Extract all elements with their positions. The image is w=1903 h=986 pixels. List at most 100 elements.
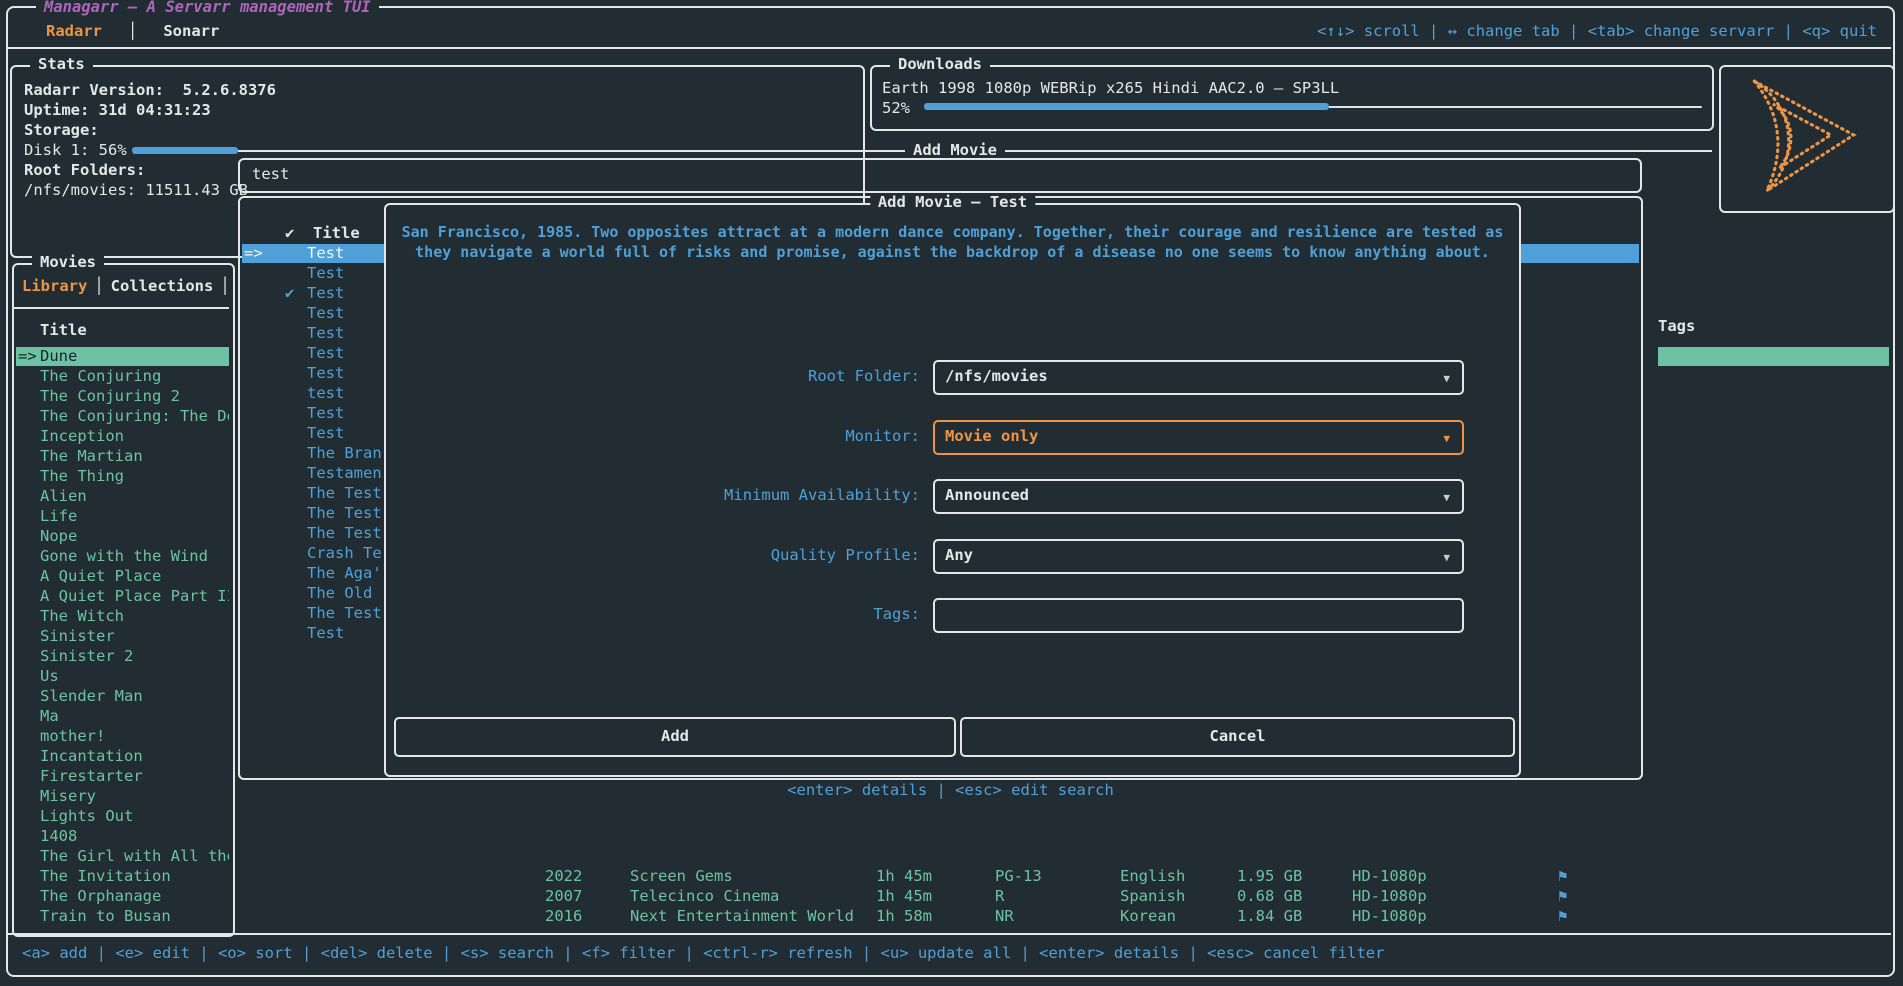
field-tags-input[interactable] xyxy=(933,598,1464,633)
movie-title: Firestarter xyxy=(40,767,143,786)
version-value: 5.2.6.8376 xyxy=(183,81,276,99)
movie-list-item[interactable]: The Conjuring 2 xyxy=(16,387,229,406)
field-minimum-availability-select[interactable]: Announced▼ xyxy=(933,479,1464,514)
movies-panel-title: Movies xyxy=(32,253,104,272)
modal-title: Add Movie – Test xyxy=(870,193,1035,212)
tab-sonarr[interactable]: Sonarr xyxy=(163,22,219,40)
table-row[interactable]: 2022Screen Gems1h 45mPG-13English1.95 GB… xyxy=(0,867,1903,886)
movie-list-item[interactable]: Misery xyxy=(16,787,229,806)
movie-list-item[interactable]: The Conjuring: The De xyxy=(16,407,229,426)
uptime-value: 31d 04:31:23 xyxy=(99,101,211,119)
cell-rating: NR xyxy=(995,907,1014,926)
movie-list-item[interactable]: Nope xyxy=(16,527,229,546)
dropdown-arrow-icon: ▼ xyxy=(1443,488,1450,507)
field-quality-profile-select[interactable]: Any ▼ xyxy=(933,539,1464,574)
root-folder-value: /nfs/movies: 11511.43 GB xyxy=(24,181,248,200)
movie-list-item[interactable]: Lights Out xyxy=(16,807,229,826)
stats-storage-label: Storage: xyxy=(24,121,99,140)
results-header-check-icon: ✔ xyxy=(285,224,294,243)
cell-language: Korean xyxy=(1120,907,1176,926)
bottombar-divider xyxy=(6,933,1891,935)
movie-list-item[interactable]: Ma xyxy=(16,707,229,726)
movie-list-item[interactable]: Us xyxy=(16,667,229,686)
results-header-title: Title xyxy=(313,224,360,243)
movie-list-item[interactable]: The Conjuring xyxy=(16,367,229,386)
movie-title: A Quiet Place xyxy=(40,567,161,586)
result-title: Test xyxy=(307,304,344,323)
bottom-keybindings: <a> add | <e> edit | <o> sort | <del> de… xyxy=(22,944,1384,963)
movie-list-item[interactable]: Life xyxy=(16,507,229,526)
cell-size: 0.68 GB xyxy=(1237,887,1302,906)
result-title: Test xyxy=(307,404,344,423)
selected-row-prefix: => xyxy=(18,347,37,366)
uptime-label: Uptime: xyxy=(24,101,89,119)
movie-list-item[interactable]: Slender Man xyxy=(16,687,229,706)
result-title: The Aga' xyxy=(307,564,382,583)
movies-panel: Movies Library│Collections│ Title =>Dune… xyxy=(12,263,235,937)
result-title: Test xyxy=(307,244,344,263)
monitored-check-icon: ✔ xyxy=(285,284,294,303)
logo-panel xyxy=(1719,65,1895,213)
movie-list-item[interactable]: Incantation xyxy=(16,747,229,766)
movie-list-item[interactable]: A Quiet Place xyxy=(16,567,229,586)
results-footer-help: <enter> details | <esc> edit search xyxy=(384,781,1517,800)
movie-list-item[interactable]: mother! xyxy=(16,727,229,746)
result-title: Test xyxy=(307,364,344,383)
movie-title: The Witch xyxy=(40,607,124,626)
movie-title: Ma xyxy=(40,707,59,726)
field-label-root-folder: Root Folder: xyxy=(386,367,920,386)
field-value: Any xyxy=(945,546,973,565)
root-folders-label: Root Folders: xyxy=(24,161,145,180)
result-title: The Test xyxy=(307,484,382,503)
movie-list-item[interactable]: A Quiet Place Part II xyxy=(16,587,229,606)
cell-language: English xyxy=(1120,867,1185,886)
cell-size: 1.84 GB xyxy=(1237,907,1302,926)
result-title: Test xyxy=(307,344,344,363)
movie-title: The Conjuring xyxy=(40,367,161,386)
flag-icon: ⚑ xyxy=(1558,887,1567,906)
movie-list-item[interactable]: The Martian xyxy=(16,447,229,466)
table-row[interactable]: 2007Telecinco Cinema1h 45mRSpanish0.68 G… xyxy=(0,887,1903,906)
movie-list-item[interactable]: Gone with the Wind xyxy=(16,547,229,566)
field-value: Movie only xyxy=(945,427,1038,446)
movie-list-item[interactable]: The Witch xyxy=(16,607,229,626)
tabs-divider xyxy=(14,307,229,309)
add-movie-modal: Add Movie – Test San Francisco, 1985. Tw… xyxy=(384,203,1521,777)
movie-list-item[interactable]: Firestarter xyxy=(16,767,229,786)
movie-title: Nope xyxy=(40,527,77,546)
movie-list-item[interactable]: Inception xyxy=(16,427,229,446)
movie-list-item[interactable]: Alien xyxy=(16,487,229,506)
cell-rating: PG-13 xyxy=(995,867,1042,886)
movie-title: The Conjuring: The De xyxy=(40,407,229,426)
download-percent: 52% xyxy=(882,99,910,118)
result-title: The Test xyxy=(307,504,382,523)
movie-list-item[interactable]: Sinister 2 xyxy=(16,647,229,666)
movie-list-item[interactable]: The Girl with All the xyxy=(16,847,229,866)
movie-list-item[interactable]: The Thing xyxy=(16,467,229,486)
movie-overview-line1: San Francisco, 1985. Two opposites attra… xyxy=(386,223,1519,242)
tab-radarr[interactable]: Radarr xyxy=(46,22,102,40)
dropdown-arrow-icon: ▼ xyxy=(1443,548,1450,567)
tab-collections[interactable]: Collections xyxy=(111,277,214,295)
cell-quality: HD-1080p xyxy=(1352,867,1427,886)
movie-title: The Girl with All the xyxy=(40,847,229,866)
result-title: Crash Te xyxy=(307,544,382,563)
cancel-button[interactable]: Cancel xyxy=(960,717,1515,757)
movie-list-item[interactable]: Sinister xyxy=(16,627,229,646)
movie-search-input[interactable] xyxy=(250,164,1584,184)
add-button[interactable]: Add xyxy=(394,717,956,757)
movie-title: Dune xyxy=(40,347,77,366)
movie-list-item[interactable]: 1408 xyxy=(16,827,229,846)
result-title: test xyxy=(307,384,344,403)
field-label-tags: Tags: xyxy=(386,605,920,624)
movie-title: The Thing xyxy=(40,467,124,486)
library-column-title: Title xyxy=(40,321,87,340)
table-row[interactable]: 2016Next Entertainment World1h 58mNRKore… xyxy=(0,907,1903,926)
download-progress-bar xyxy=(924,103,1702,111)
flag-icon: ⚑ xyxy=(1558,867,1567,886)
field-monitor-select[interactable]: Movie only▼ xyxy=(933,420,1464,455)
tab-library[interactable]: Library xyxy=(22,277,87,295)
field-root-folder-select[interactable]: /nfs/movies▼ xyxy=(933,360,1464,395)
download-item-title[interactable]: Earth 1998 1080p WEBRip x265 Hindi AAC2.… xyxy=(882,79,1339,98)
movie-list-item[interactable]: =>Dune xyxy=(16,347,229,366)
